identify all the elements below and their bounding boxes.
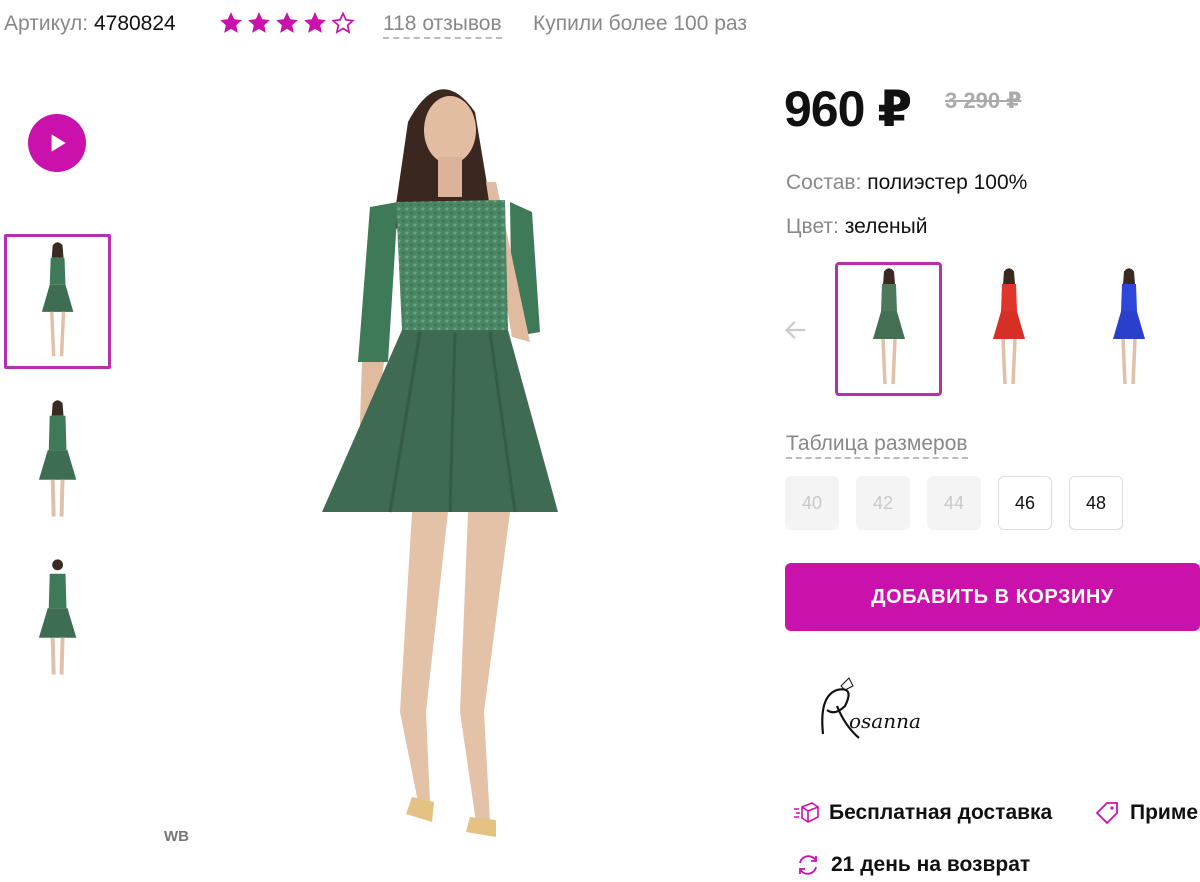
free-delivery-text: Бесплатная доставка xyxy=(829,801,1053,824)
color-row: Цвет: зеленый xyxy=(786,215,927,239)
refresh-icon xyxy=(799,855,817,875)
dress-photo-thumbnail xyxy=(38,399,77,517)
play-icon xyxy=(51,134,66,152)
free-delivery-feature: Бесплатная доставка xyxy=(793,800,1052,826)
product-meta-bar: Артикул: 4780824 118 отзывов Купили боле… xyxy=(0,0,1200,50)
color-option-green[interactable] xyxy=(835,262,942,396)
dress-photo-red xyxy=(992,268,1025,385)
gallery-thumbnail[interactable] xyxy=(4,392,111,527)
return-text: 21 день на возврат xyxy=(831,853,1031,876)
size-option-44[interactable]: 44 xyxy=(927,476,981,530)
composition-row: Состав: полиэстер 100% xyxy=(786,171,1027,195)
return-feature: 21 день на возврат xyxy=(795,852,1030,878)
add-to-cart-button[interactable]: ДОБАВИТЬ В КОРЗИНУ xyxy=(785,563,1200,631)
dress-photo-thumbnail xyxy=(38,558,77,675)
tag-icon xyxy=(1095,802,1118,825)
watermark: WB xyxy=(164,828,189,845)
dress-photo-thumbnail xyxy=(41,241,74,356)
star-empty-icon xyxy=(331,11,355,34)
color-label: Цвет: xyxy=(786,215,839,238)
gallery-thumbnail[interactable] xyxy=(4,234,111,369)
star-filled-icon xyxy=(220,12,242,33)
star-filled-icon xyxy=(276,12,298,33)
dress-photo-green xyxy=(872,268,905,385)
color-option-blue[interactable] xyxy=(1075,262,1182,396)
video-play-button[interactable] xyxy=(28,114,86,172)
article-number: 4780824 xyxy=(93,12,176,35)
color-value: зеленый xyxy=(844,215,928,238)
star-filled-icon xyxy=(248,12,270,33)
delivery-box-icon xyxy=(794,802,819,823)
main-product-photo[interactable] xyxy=(300,62,580,872)
rating-stars xyxy=(218,10,356,36)
size-option-46[interactable]: 46 xyxy=(998,476,1052,530)
old-price: 3 290 ₽ xyxy=(945,88,1022,113)
size-option-40[interactable]: 40 xyxy=(785,476,839,530)
brand-logo[interactable]: osanna xyxy=(815,676,935,746)
purchase-count: Купили более 100 раз xyxy=(533,12,747,35)
star-filled-icon xyxy=(304,12,326,33)
arrow-left-icon[interactable] xyxy=(782,316,810,344)
composition-value: полиэстер 100% xyxy=(867,171,1028,194)
size-table-link[interactable]: Таблица размеров xyxy=(786,432,968,459)
current-price: 960 ₽ xyxy=(784,81,912,137)
size-option-42[interactable]: 42 xyxy=(856,476,910,530)
try-on-feature: Приме xyxy=(1094,800,1198,826)
svg-text:osanna: osanna xyxy=(849,709,921,733)
article-label: Артикул: xyxy=(4,12,89,35)
color-option-red[interactable] xyxy=(955,262,1062,396)
size-option-48[interactable]: 48 xyxy=(1069,476,1123,530)
dress-photo-blue xyxy=(1112,268,1145,385)
reviews-link[interactable]: 118 отзывов xyxy=(383,12,502,39)
composition-label: Состав: xyxy=(786,171,862,194)
try-on-text: Приме xyxy=(1130,801,1199,824)
article-info: Артикул: 4780824 xyxy=(4,12,176,36)
gallery-thumbnail[interactable] xyxy=(4,550,111,685)
